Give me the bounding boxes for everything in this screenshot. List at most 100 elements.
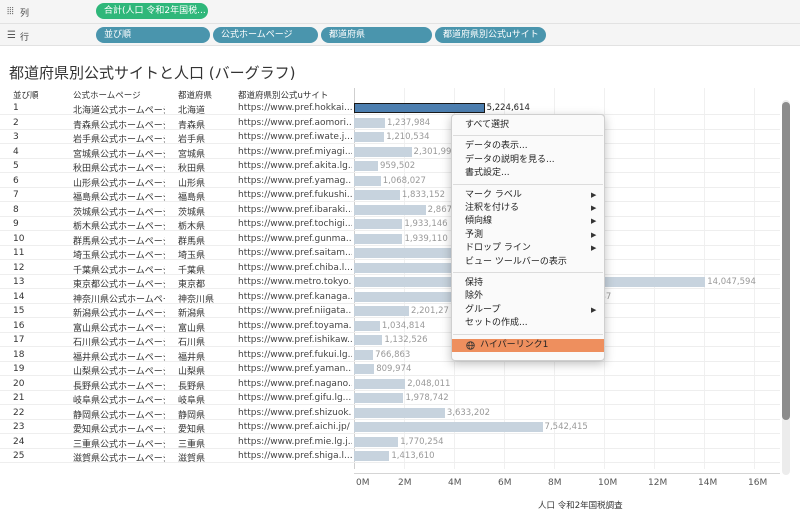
population-bar[interactable] bbox=[354, 335, 383, 345]
table-row[interactable]: 11 埼玉県公式ホームページ 埼玉県 https://www.pref.saitam.… bbox=[0, 246, 780, 261]
table-row[interactable]: 20 長野県公式ホームページ 長野県 https://www.pref.nagano.… bbox=[0, 377, 780, 392]
menu-item[interactable]: 保持 bbox=[452, 277, 604, 290]
population-bar[interactable] bbox=[354, 233, 403, 244]
rows-pill-official-site[interactable]: 都道府県別公式uサイト bbox=[435, 27, 546, 43]
table-row[interactable]: 21 岐阜県公式ホームページ 岐阜県 https://www.pref.gifu.lg… bbox=[0, 391, 780, 406]
table-row[interactable]: 4 宮城県公式ホームページ 宮城県 https://www.pref.miyagi..… bbox=[0, 145, 780, 160]
menu-item[interactable]: データの表示... bbox=[452, 140, 604, 153]
rows-pill-order[interactable]: 並び順 bbox=[96, 27, 210, 43]
table-row[interactable]: 22 静岡県公式ホームページ 静岡県 https://www.pref.shizuok… bbox=[0, 406, 780, 421]
population-bar[interactable] bbox=[354, 132, 385, 142]
menu-item[interactable]: データの説明を見る... bbox=[452, 154, 604, 167]
menu-item[interactable]: 除外 bbox=[452, 290, 604, 303]
cell-url[interactable]: https://www.pref.kanaga... bbox=[238, 292, 352, 302]
menu-item[interactable]: ドロップ ライン ▶ bbox=[452, 242, 604, 255]
menu-item[interactable]: ビュー ツールバーの表示 bbox=[452, 256, 604, 269]
cell-url[interactable]: https://www.pref.toyama... bbox=[238, 321, 352, 331]
population-bar[interactable] bbox=[354, 349, 374, 360]
table-row[interactable]: 6 山形県公式ホームページ 山形県 https://www.pref.yamag...… bbox=[0, 174, 780, 189]
table-row[interactable]: 13 東京都公式ホームページ 東京都 https://www.metro.tokyo.… bbox=[0, 275, 780, 290]
cell-url[interactable]: https://www.pref.fukushi... bbox=[238, 190, 352, 200]
header-official-site[interactable]: 都道府県別公式uサイト bbox=[238, 89, 328, 101]
cell-url[interactable]: https://www.pref.yaman... bbox=[238, 364, 352, 374]
menu-item[interactable]: グループ ▶ bbox=[452, 304, 604, 317]
population-bar[interactable] bbox=[354, 451, 390, 461]
cell-url[interactable]: https://www.pref.hokkai... bbox=[238, 103, 352, 113]
cell-url[interactable]: https://www.pref.gifu.lg... bbox=[238, 393, 352, 403]
population-bar[interactable] bbox=[354, 422, 543, 432]
table-row[interactable]: 19 山梨県公式ホームページ 山梨県 https://www.pref.yaman..… bbox=[0, 362, 780, 377]
header-prefecture[interactable]: 都道府県 bbox=[178, 89, 212, 101]
population-bar[interactable] bbox=[354, 407, 445, 418]
table-row[interactable]: 24 三重県公式ホームページ 三重県 https://www.pref.mie.lg.… bbox=[0, 435, 780, 450]
cell-prefecture: 岩手県 bbox=[178, 135, 206, 145]
rows-pill-official-page[interactable]: 公式ホームページ bbox=[213, 27, 318, 43]
menu-item[interactable]: セットの作成... bbox=[452, 317, 604, 330]
table-row[interactable]: 12 千葉県公式ホームページ 千葉県 https://www.pref.chiba.l… bbox=[0, 261, 780, 276]
columns-pill-sum-population[interactable]: 合計(人口 令和2年国税... bbox=[96, 3, 208, 19]
cell-url[interactable]: https://www.pref.ishikaw... bbox=[238, 335, 352, 345]
population-bar[interactable] bbox=[354, 146, 412, 157]
cell-url[interactable]: https://www.pref.ibaraki... bbox=[238, 205, 352, 215]
cell-url[interactable]: https://www.pref.shizuok... bbox=[238, 408, 352, 418]
population-bar[interactable] bbox=[354, 103, 485, 113]
table-row[interactable]: 10 群馬県公式ホームページ 群馬県 https://www.pref.gunma..… bbox=[0, 232, 780, 247]
cell-official-page: 岩手県公式ホームページ bbox=[73, 135, 165, 145]
population-bar[interactable] bbox=[354, 436, 399, 447]
scrollbar-thumb[interactable] bbox=[782, 102, 790, 420]
cell-url[interactable]: https://www.pref.akita.lg... bbox=[238, 161, 352, 171]
table-row[interactable]: 14 神奈川県公式ホームページ 神奈川県 https://www.pref.kanag… bbox=[0, 290, 780, 305]
population-bar[interactable] bbox=[354, 175, 381, 186]
x-axis-tick-label: 10M bbox=[598, 478, 618, 488]
cell-url[interactable]: https://www.metro.tokyo... bbox=[238, 277, 352, 287]
cell-index: 11 bbox=[13, 248, 25, 258]
cell-url[interactable]: https://www.pref.niigata... bbox=[238, 306, 352, 316]
table-row[interactable]: 5 秋田県公式ホームページ 秋田県 https://www.pref.akita.lg… bbox=[0, 159, 780, 174]
cell-url[interactable]: https://www.pref.shiga.l... bbox=[238, 451, 352, 461]
population-bar[interactable] bbox=[354, 378, 406, 389]
table-row[interactable]: 9 栃木県公式ホームページ 栃木県 https://www.pref.tochigi.… bbox=[0, 217, 780, 232]
menu-item[interactable]: 傾向線 ▶ bbox=[452, 215, 604, 228]
cell-url[interactable]: https://www.pref.gunma... bbox=[238, 234, 352, 244]
rows-pill-prefecture[interactable]: 都道府県 bbox=[321, 27, 432, 43]
cell-url[interactable]: https://www.pref.iwate.j... bbox=[238, 132, 352, 142]
population-bar[interactable] bbox=[354, 393, 404, 403]
table-row[interactable]: 7 福島県公式ホームページ 福島県 https://www.pref.fukushi.… bbox=[0, 188, 780, 203]
cell-url[interactable]: https://www.pref.yamag... bbox=[238, 176, 352, 186]
header-index[interactable]: 並び順 bbox=[13, 89, 39, 101]
cell-url[interactable]: https://www.pref.fukui.lg... bbox=[238, 350, 352, 360]
menu-item[interactable]: マーク ラベル ▶ bbox=[452, 189, 604, 202]
cell-url[interactable]: https://www.pref.tochigi... bbox=[238, 219, 352, 229]
population-bar[interactable] bbox=[354, 306, 410, 316]
menu-item-hyperlink[interactable]: ハイパーリンク1 bbox=[452, 338, 604, 352]
table-row[interactable]: 25 滋賀県公式ホームページ 滋賀県 https://www.pref.shiga.l… bbox=[0, 449, 780, 464]
cell-url[interactable]: https://www.pref.miyagi... bbox=[238, 147, 352, 157]
table-row[interactable]: 1 北海道公式ホームページ 北海道 https://www.pref.hokkai..… bbox=[0, 101, 780, 116]
cell-url[interactable]: https://www.pref.chiba.l... bbox=[238, 263, 352, 273]
table-row[interactable]: 23 愛知県公式ホームページ 愛知県 https://www.pref.aichi.j… bbox=[0, 420, 780, 435]
population-bar[interactable] bbox=[354, 204, 426, 215]
population-bar[interactable] bbox=[354, 117, 385, 128]
table-row[interactable]: 18 福井県公式ホームページ 福井県 https://www.pref.fukui.l… bbox=[0, 348, 780, 363]
table-row[interactable]: 17 石川県公式ホームページ 石川県 https://www.pref.ishikaw… bbox=[0, 333, 780, 348]
cell-url[interactable]: https://www.pref.aichi.jp/ bbox=[238, 422, 352, 432]
population-bar[interactable] bbox=[354, 364, 375, 374]
table-row[interactable]: 8 茨城県公式ホームページ 茨城県 https://www.pref.ibaraki.… bbox=[0, 203, 780, 218]
cell-url[interactable]: https://www.pref.aomori... bbox=[238, 118, 352, 128]
table-row[interactable]: 15 新潟県公式ホームページ 新潟県 https://www.pref.niigata… bbox=[0, 304, 780, 319]
cell-url[interactable]: https://www.pref.saitam... bbox=[238, 248, 352, 258]
table-row[interactable]: 3 岩手県公式ホームページ 岩手県 https://www.pref.iwate.j.… bbox=[0, 130, 780, 145]
menu-item[interactable]: 書式設定... bbox=[452, 167, 604, 180]
table-row[interactable]: 16 富山県公式ホームページ 富山県 https://www.pref.toyama.… bbox=[0, 319, 780, 334]
population-bar[interactable] bbox=[354, 161, 378, 171]
cell-url[interactable]: https://www.pref.nagano... bbox=[238, 379, 352, 389]
population-bar[interactable] bbox=[354, 190, 400, 200]
header-official-page[interactable]: 公式ホームページ bbox=[73, 89, 141, 101]
population-bar[interactable] bbox=[354, 320, 380, 331]
table-row[interactable]: 2 青森県公式ホームページ 青森県 https://www.pref.aomori..… bbox=[0, 116, 780, 131]
menu-item[interactable]: 注釈を付ける ▶ bbox=[452, 202, 604, 215]
menu-item[interactable]: すべて選択 bbox=[452, 119, 604, 132]
menu-item[interactable]: 予測 ▶ bbox=[452, 229, 604, 242]
cell-url[interactable]: https://www.pref.mie.lg.j... bbox=[238, 437, 352, 447]
population-bar[interactable] bbox=[354, 219, 403, 229]
